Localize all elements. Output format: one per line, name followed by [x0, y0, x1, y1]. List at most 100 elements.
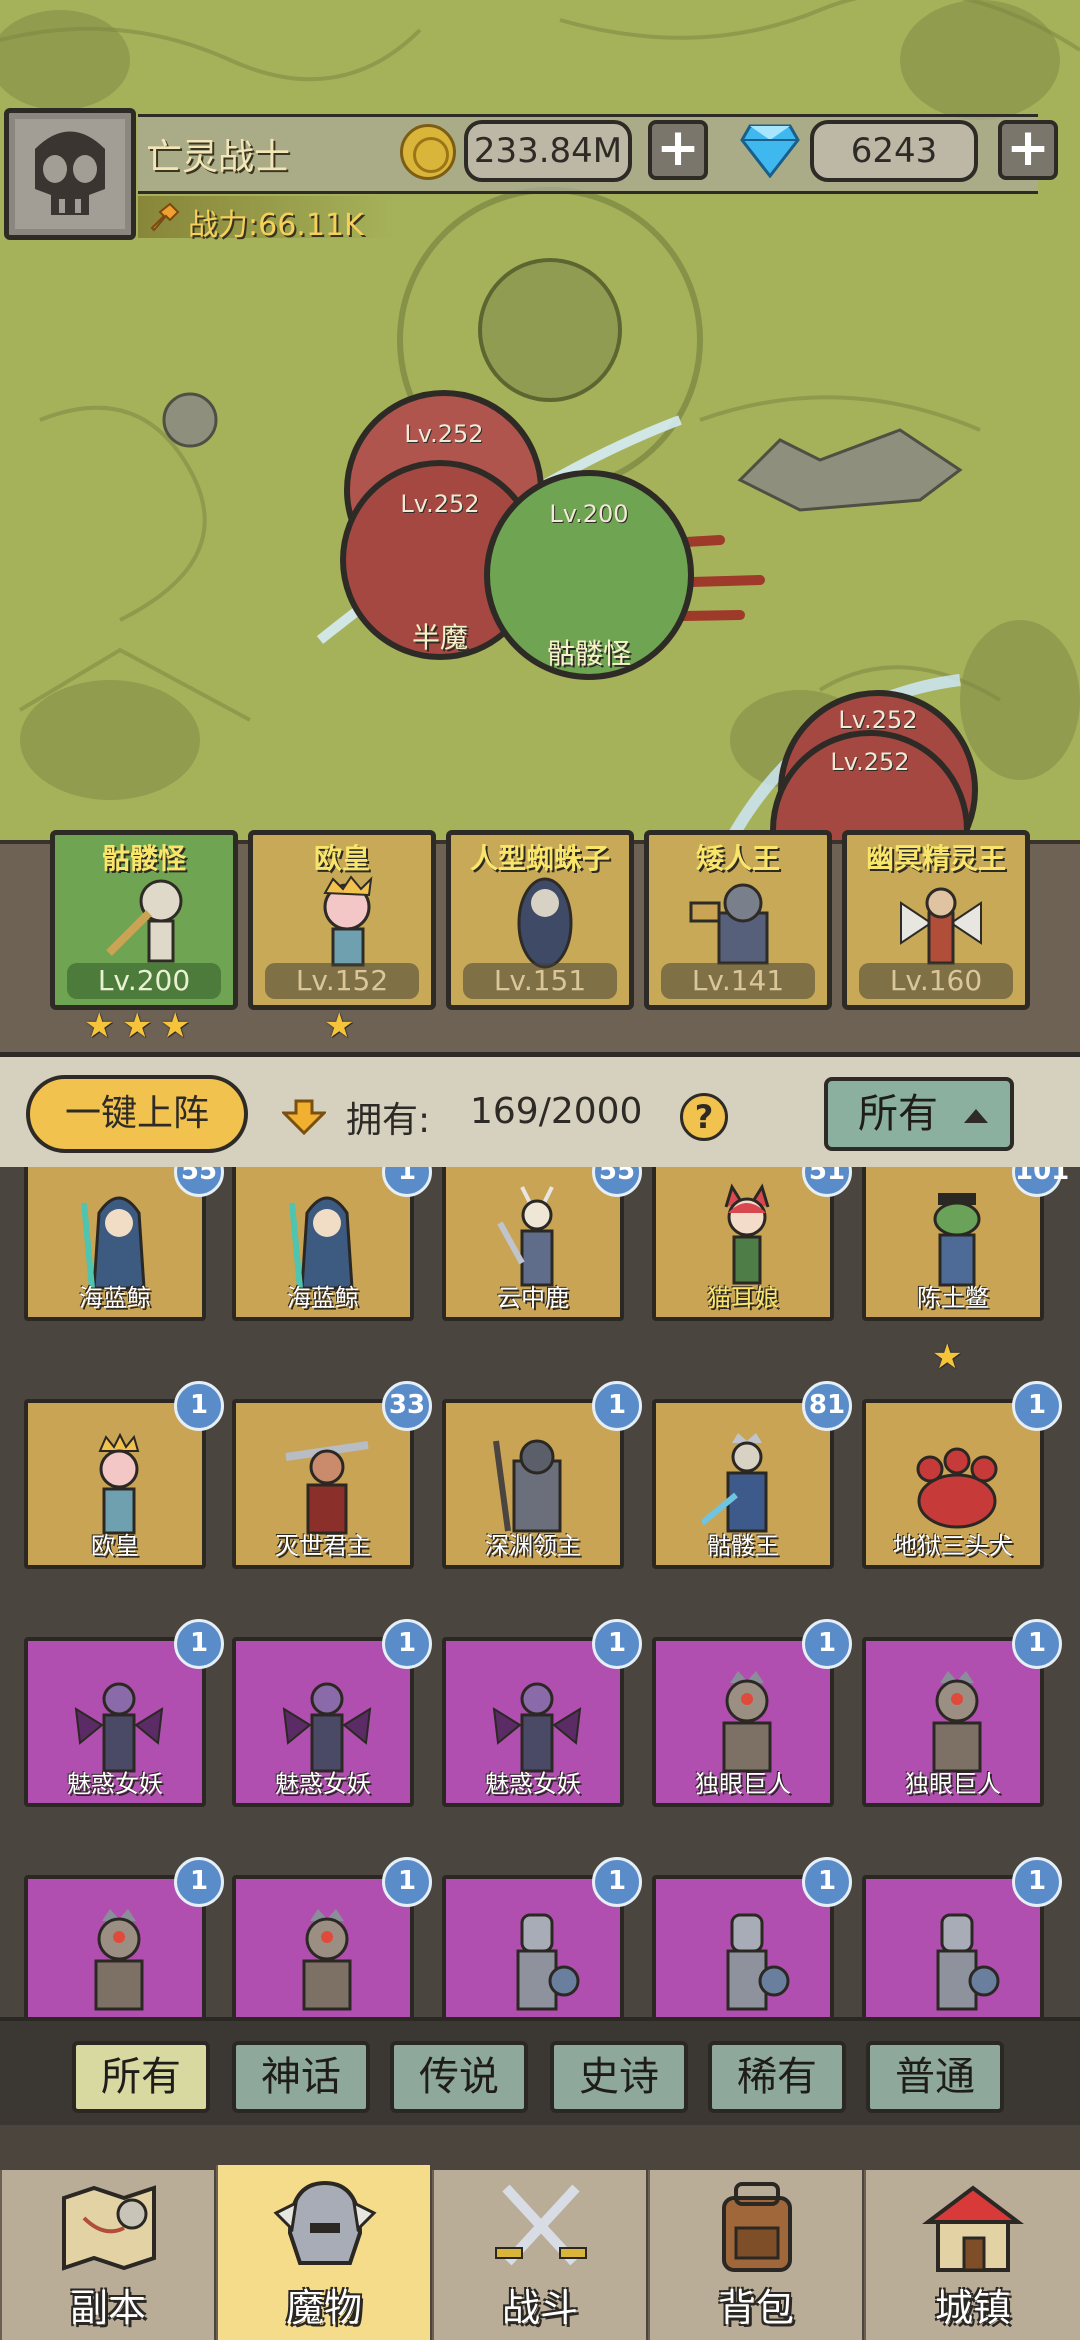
count-badge: 1 — [592, 1857, 642, 1907]
team-slot[interactable]: 骷髅怪 Lv.200 — [50, 830, 238, 1010]
bottom-nav: 副本 魔物 战斗 背包 城镇 — [0, 2125, 1080, 2340]
count-badge: 1 — [592, 1381, 642, 1431]
lady-figure — [98, 1432, 140, 1535]
enemy-level: Lv.252 — [830, 748, 910, 776]
count-badge: 1 — [174, 1619, 224, 1669]
monster-name: 魅惑女妖 — [485, 1770, 581, 1798]
monster-card[interactable]: 灭世君主 — [232, 1399, 414, 1569]
star-icon: ★ — [84, 1006, 115, 1046]
monster-card[interactable]: 云中鹿 — [442, 1167, 624, 1321]
ally-level: Lv.200 — [549, 500, 629, 528]
knight-figure — [936, 1913, 1000, 2011]
count-badge: 1 — [382, 1857, 432, 1907]
rarity-filter-bar: 所有 神话 传说 史诗 稀有 普通 — [0, 2017, 1080, 2125]
star-icon: ★ — [324, 1006, 355, 1046]
monster-card[interactable]: 猫耳娘 — [652, 1167, 834, 1321]
monster-card[interactable]: 海蓝鲸 — [24, 1167, 206, 1321]
nav-label: 背包 — [717, 2286, 794, 2330]
rarity-tab-epic[interactable]: 史诗 — [550, 2041, 688, 2113]
add-gold-button[interactable]: + — [648, 120, 708, 180]
monster-name: 灭世君主 — [275, 1532, 371, 1560]
player-name: 亡灵战士 — [146, 137, 291, 178]
team-monster-level: Lv.160 — [859, 963, 1013, 999]
warlord-figure — [285, 1441, 369, 1535]
help-icon[interactable]: ? — [680, 1093, 728, 1141]
knight-figure — [516, 1913, 580, 2011]
deer-warrior-figure — [497, 1186, 554, 1287]
nav-monsters[interactable]: 魔物 — [216, 2165, 430, 2340]
cyclops-figure — [722, 1671, 772, 1773]
crossed-swords-icon — [495, 2184, 587, 2266]
frog-official-figure — [933, 1193, 981, 1287]
team-slot[interactable]: 矮人王 Lv.141 — [644, 830, 832, 1010]
nav-label: 副本 — [69, 2286, 146, 2330]
top-bar: 亡灵战士 233.84M + 6243 + 战力:66.11K — [0, 104, 1080, 243]
monster-grid: 海蓝鲸 55 海蓝鲸 1 云中鹿 55 猫耳娘 51 陈土鳖 101 ★ 欧皇 … — [0, 1167, 1080, 2017]
succubus-figure — [74, 1682, 164, 1773]
ally-name: 骷髅怪 — [546, 637, 631, 670]
monster-card[interactable]: 陈土鳖 — [862, 1167, 1044, 1321]
count-badge: 1 — [1012, 1619, 1062, 1669]
ally-token[interactable]: Lv.200 骷髅怪 — [484, 470, 694, 680]
player-avatar[interactable] — [4, 108, 136, 240]
gold-coin-icon — [400, 124, 456, 180]
monster-card[interactable]: 骷髅王 — [652, 1399, 834, 1569]
count-badge: 1 — [592, 1619, 642, 1669]
monster-name: 猫耳娘 — [707, 1284, 779, 1312]
rarity-tab-legendary[interactable]: 传说 — [390, 2041, 528, 2113]
owned-count: 169/2000 — [470, 1091, 643, 1132]
monster-name: 独眼巨人 — [695, 1770, 791, 1798]
monster-card[interactable]: 地狱三头犬 — [862, 1399, 1044, 1569]
monster-card[interactable]: 魅惑女妖 — [442, 1637, 624, 1807]
star-icon: ★ — [160, 1006, 191, 1046]
count-badge: 1 — [174, 1381, 224, 1431]
auto-deploy-button[interactable]: 一键上阵 — [26, 1075, 248, 1153]
monster-name: 独眼巨人 — [905, 1770, 1001, 1798]
monster-card[interactable]: 独眼巨人 — [862, 1637, 1044, 1807]
rarity-tab-rare[interactable]: 稀有 — [708, 2041, 846, 2113]
monster-card[interactable]: 深渊领主 — [442, 1399, 624, 1569]
rarity-tab-all[interactable]: 所有 — [72, 2041, 210, 2113]
cyclops-figure — [932, 1671, 982, 1773]
cat-girl-figure — [724, 1183, 770, 1285]
nav-label: 战斗 — [501, 2286, 578, 2330]
team-slot[interactable]: 欧皇 Lv.152 — [248, 830, 436, 1010]
map-scroll-icon — [62, 2185, 156, 2271]
count-badge: 1 — [1012, 1381, 1062, 1431]
filter-dropdown[interactable]: 所有 — [824, 1077, 1014, 1151]
filter-label: 所有 — [858, 1091, 938, 1137]
add-gems-button[interactable]: + — [998, 120, 1058, 180]
monster-card[interactable]: 海蓝鲸 — [232, 1167, 414, 1321]
monster-card[interactable]: 魅惑女妖 — [232, 1637, 414, 1807]
monster-name: 魅惑女妖 — [275, 1770, 371, 1798]
count-badge: 1 — [174, 1857, 224, 1907]
monster-card[interactable]: 魅惑女妖 — [24, 1637, 206, 1807]
team-slot[interactable]: 幽冥精灵王 Lv.160 — [842, 830, 1030, 1010]
nav-dungeon[interactable]: 副本 — [0, 2170, 214, 2340]
monster-name: 地狱三头犬 — [893, 1532, 1013, 1560]
team-monster-name: 人型蜘蛛子 — [469, 842, 610, 875]
diamond-icon — [740, 124, 800, 178]
inventory-header: 一键上阵 拥有: 169/2000 ? 所有 — [0, 1052, 1080, 1167]
team-monster-level: Lv.151 — [463, 963, 617, 999]
arrow-down-icon — [282, 1099, 326, 1135]
monster-card[interactable]: 欧皇 — [24, 1399, 206, 1569]
caret-up-icon — [964, 1109, 988, 1123]
rarity-tab-mythic[interactable]: 神话 — [232, 2041, 370, 2113]
nav-battle[interactable]: 战斗 — [432, 2170, 646, 2340]
team-monster-name: 骷髅怪 — [101, 842, 186, 875]
nav-label: 魔物 — [285, 2286, 362, 2330]
nav-town[interactable]: 城镇 — [864, 2170, 1080, 2340]
skeleton-king-figure — [702, 1433, 768, 1533]
team-monster-name: 矮人王 — [695, 842, 780, 875]
team-slot[interactable]: 人型蜘蛛子 Lv.151 — [446, 830, 634, 1010]
rarity-tab-common[interactable]: 普通 — [866, 2041, 1004, 2113]
enemy-level: Lv.252 — [404, 420, 484, 448]
team-monster-name: 欧皇 — [313, 842, 370, 875]
gold-amount: 233.84M — [464, 120, 632, 182]
nav-backpack[interactable]: 背包 — [648, 2170, 862, 2340]
monster-card[interactable]: 独眼巨人 — [652, 1637, 834, 1807]
monster-name: 魅惑女妖 — [67, 1770, 163, 1798]
backpack-icon — [722, 2182, 792, 2272]
count-badge: 1 — [382, 1619, 432, 1669]
